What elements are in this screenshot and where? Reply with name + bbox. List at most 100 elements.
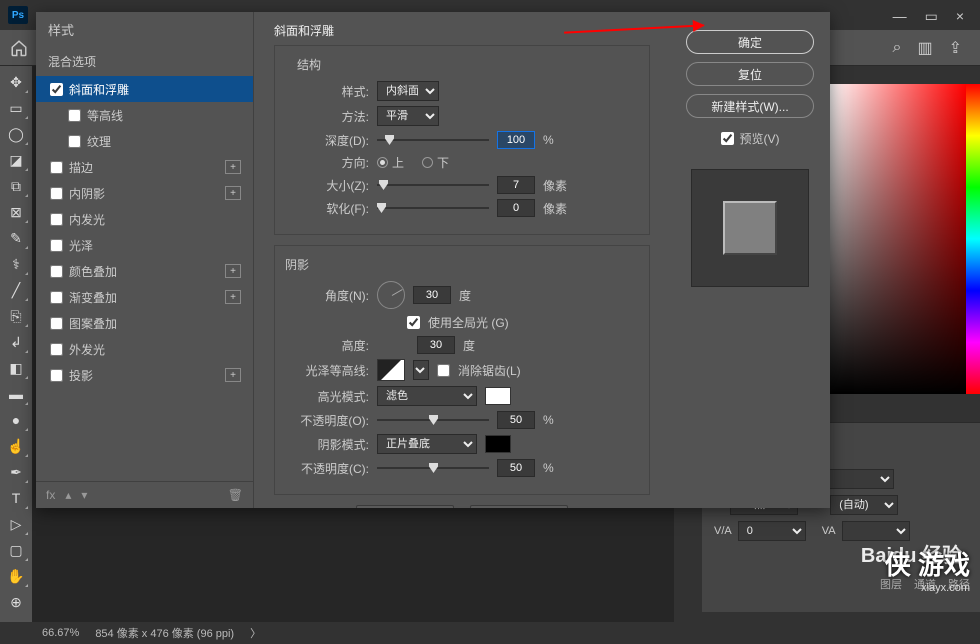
- highlight-opacity-input[interactable]: [497, 411, 535, 429]
- marquee-tool[interactable]: ▭: [3, 96, 29, 120]
- shape-tool[interactable]: ▢: [3, 538, 29, 562]
- ok-button[interactable]: 确定: [686, 30, 814, 54]
- style-item-光泽[interactable]: 光泽: [36, 232, 253, 258]
- direction-down-radio[interactable]: 下: [422, 154, 449, 171]
- gradient-tool[interactable]: ▬: [3, 382, 29, 406]
- leading-select[interactable]: (自动): [830, 495, 898, 515]
- quick-select-tool[interactable]: ◪: [3, 148, 29, 172]
- direction-up-radio[interactable]: 上: [377, 154, 404, 171]
- antialias-checkbox[interactable]: [437, 364, 450, 377]
- style-checkbox[interactable]: [68, 109, 81, 122]
- move-tool[interactable]: ✥: [3, 70, 29, 94]
- crop-tool[interactable]: ⧉: [3, 174, 29, 198]
- soften-input[interactable]: [497, 199, 535, 217]
- gloss-contour-picker[interactable]: [377, 359, 405, 381]
- move-up-icon[interactable]: ▴: [65, 488, 71, 502]
- add-effect-icon[interactable]: +: [225, 264, 241, 278]
- maximize-button[interactable]: ▭: [925, 8, 938, 25]
- delete-style-icon[interactable]: 🗑: [228, 488, 243, 502]
- healing-tool[interactable]: ⚕: [3, 252, 29, 276]
- style-checkbox[interactable]: [50, 83, 63, 96]
- workspace-icon[interactable]: ▥: [917, 38, 932, 58]
- home-icon[interactable]: [8, 37, 30, 59]
- search-icon[interactable]: ⌕: [893, 39, 902, 57]
- style-checkbox[interactable]: [68, 135, 81, 148]
- size-input[interactable]: [497, 176, 535, 194]
- history-brush-tool[interactable]: ↲: [3, 330, 29, 354]
- soften-slider[interactable]: [377, 201, 489, 215]
- global-light-checkbox[interactable]: [407, 316, 420, 329]
- style-checkbox[interactable]: [50, 239, 63, 252]
- depth-slider[interactable]: [377, 133, 489, 147]
- style-item-颜色叠加[interactable]: 颜色叠加+: [36, 258, 253, 284]
- preview-checkbox[interactable]: [721, 132, 734, 145]
- zoom-level[interactable]: 66.67%: [42, 627, 79, 639]
- style-checkbox[interactable]: [50, 161, 63, 174]
- color-picker-panel[interactable]: [828, 84, 980, 394]
- pen-tool[interactable]: ✒: [3, 460, 29, 484]
- shadow-opacity-input[interactable]: [497, 459, 535, 477]
- minimize-button[interactable]: —: [893, 8, 907, 25]
- fx-menu-icon[interactable]: fx: [46, 488, 55, 502]
- move-down-icon[interactable]: ▾: [81, 488, 87, 502]
- lasso-tool[interactable]: ◯: [3, 122, 29, 146]
- stamp-tool[interactable]: ⎘: [3, 304, 29, 328]
- color-field[interactable]: [828, 84, 966, 394]
- style-item-斜面和浮雕[interactable]: 斜面和浮雕: [36, 76, 253, 102]
- frame-tool[interactable]: ⊠: [3, 200, 29, 224]
- add-effect-icon[interactable]: +: [225, 368, 241, 382]
- hue-slider[interactable]: [966, 84, 980, 394]
- shadow-color-swatch[interactable]: [485, 435, 511, 453]
- style-checkbox[interactable]: [50, 265, 63, 278]
- close-button[interactable]: ×: [956, 8, 964, 25]
- style-item-投影[interactable]: 投影+: [36, 362, 253, 388]
- highlight-opacity-slider[interactable]: [377, 413, 489, 427]
- brush-tool[interactable]: ╱: [3, 278, 29, 302]
- style-item-纹理[interactable]: 纹理: [36, 128, 253, 154]
- path-select-tool[interactable]: ▷: [3, 512, 29, 536]
- add-effect-icon[interactable]: +: [225, 186, 241, 200]
- style-item-外发光[interactable]: 外发光: [36, 336, 253, 362]
- style-checkbox[interactable]: [50, 213, 63, 226]
- style-item-等高线[interactable]: 等高线: [36, 102, 253, 128]
- style-item-描边[interactable]: 描边+: [36, 154, 253, 180]
- style-item-渐变叠加[interactable]: 渐变叠加+: [36, 284, 253, 310]
- shadow-opacity-slider[interactable]: [377, 461, 489, 475]
- style-item-图案叠加[interactable]: 图案叠加: [36, 310, 253, 336]
- tracking-select[interactable]: [842, 521, 910, 541]
- size-slider[interactable]: [377, 178, 489, 192]
- add-effect-icon[interactable]: +: [225, 290, 241, 304]
- dodge-tool[interactable]: ☝: [3, 434, 29, 458]
- document-info[interactable]: 854 像素 x 476 像素 (96 ppi): [95, 625, 234, 641]
- reset-default-button[interactable]: 复位为默认值: [470, 505, 568, 508]
- style-checkbox[interactable]: [50, 343, 63, 356]
- eraser-tool[interactable]: ◧: [3, 356, 29, 380]
- depth-input[interactable]: [497, 131, 535, 149]
- highlight-mode-select[interactable]: 滤色: [377, 386, 477, 406]
- blur-tool[interactable]: ●: [3, 408, 29, 432]
- altitude-input[interactable]: [417, 336, 455, 354]
- style-checkbox[interactable]: [50, 187, 63, 200]
- eyedropper-tool[interactable]: ✎: [3, 226, 29, 250]
- add-effect-icon[interactable]: +: [225, 160, 241, 174]
- cancel-button[interactable]: 复位: [686, 62, 814, 86]
- style-item-内发光[interactable]: 内发光: [36, 206, 253, 232]
- shadow-mode-select[interactable]: 正片叠底: [377, 434, 477, 454]
- type-tool[interactable]: T: [3, 486, 29, 510]
- new-style-button[interactable]: 新建样式(W)...: [686, 94, 814, 118]
- gloss-contour-dropdown[interactable]: [413, 360, 429, 380]
- angle-wheel[interactable]: [377, 281, 405, 309]
- style-checkbox[interactable]: [50, 317, 63, 330]
- style-checkbox[interactable]: [50, 291, 63, 304]
- zoom-tool[interactable]: ⊕: [3, 590, 29, 614]
- style-item-内阴影[interactable]: 内阴影+: [36, 180, 253, 206]
- kerning-select[interactable]: 0: [738, 521, 806, 541]
- share-icon[interactable]: ⇪: [949, 38, 962, 58]
- hand-tool[interactable]: ✋: [3, 564, 29, 588]
- make-default-button[interactable]: 设置为默认值: [356, 505, 454, 508]
- technique-select[interactable]: 平滑: [377, 106, 439, 126]
- highlight-color-swatch[interactable]: [485, 387, 511, 405]
- blending-options-item[interactable]: 混合选项: [36, 47, 253, 76]
- style-checkbox[interactable]: [50, 369, 63, 382]
- angle-input[interactable]: [413, 286, 451, 304]
